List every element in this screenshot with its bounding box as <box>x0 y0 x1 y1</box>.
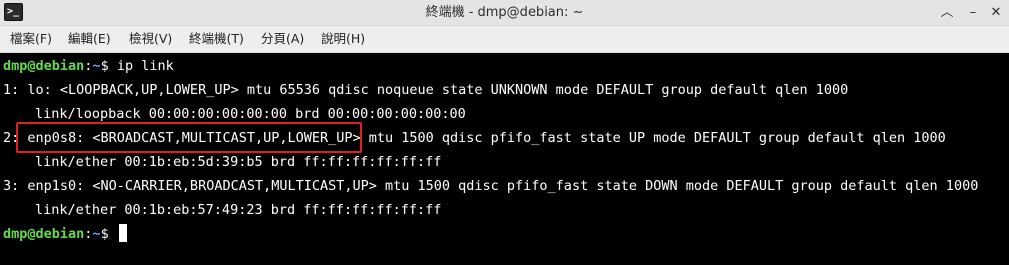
menu-view[interactable]: 檢視(V) <box>129 26 172 52</box>
output-line: link/ether 00:1b:eb:57:49:23 brd ff:ff:f… <box>35 202 442 218</box>
close-icon[interactable]: ✕ <box>985 2 1007 24</box>
menu-tabs[interactable]: 分頁(A) <box>261 26 304 52</box>
menu-help[interactable]: 說明(H) <box>321 26 365 52</box>
minimize-icon[interactable]: – <box>962 2 984 24</box>
output-line: 1: lo: <LOOPBACK,UP,LOWER_UP> mtu 65536 … <box>3 82 849 98</box>
menu-file[interactable]: 檔案(F) <box>10 26 52 52</box>
prompt-user: dmp@debian <box>3 226 85 242</box>
prompt-user: dmp@debian <box>3 58 85 74</box>
window-title: 終端機 - dmp@debian: ~ <box>425 5 584 20</box>
menu-bar: 檔案(F) 編輯(E) 檢視(V) 終端機(T) 分頁(A) 說明(H) <box>0 26 1009 53</box>
prompt-end: $ <box>100 58 117 74</box>
output-line: 3: enp1s0: <NO-CARRIER,BROADCAST,MULTICA… <box>3 178 979 194</box>
terminal-output-area[interactable]: dmp@debian:~$ ip link 1: lo: <LOOPBACK,U… <box>0 53 1009 265</box>
command-line: dmp@debian:~$ ip link <box>3 54 174 78</box>
title-bar[interactable]: >_ 終端機 - dmp@debian: ~ ︿ – ✕ <box>0 0 1009 26</box>
menu-edit[interactable]: 編輯(E) <box>68 26 111 52</box>
output-line: link/ether 00:1b:eb:5d:39:b5 brd ff:ff:f… <box>35 154 442 170</box>
command-text: ip link <box>116 58 174 74</box>
text-cursor <box>118 224 127 242</box>
prompt-path: ~ <box>92 226 101 242</box>
terminal-window: >_ 終端機 - dmp@debian: ~ ︿ – ✕ 檔案(F) 編輯(E)… <box>0 0 1009 265</box>
highlight-box <box>16 122 362 153</box>
prompt-line: dmp@debian:~$ <box>3 222 127 246</box>
prompt-path: ~ <box>92 58 101 74</box>
prompt-end: $ <box>100 226 117 242</box>
chevron-up-icon[interactable]: ︿ <box>936 2 958 24</box>
menu-terminal[interactable]: 終端機(T) <box>189 26 244 52</box>
